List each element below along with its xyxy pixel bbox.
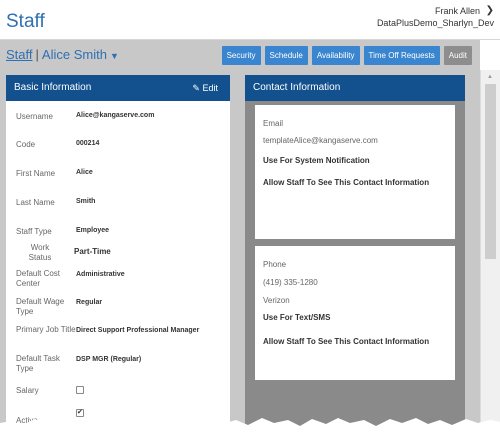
field-label: Staff Type [16, 227, 52, 236]
user-menu[interactable]: Frank Allen DataPlusDemo_Sharlyn_Dev ❯ [377, 5, 494, 29]
field-label: Primary Job Title [16, 325, 76, 334]
torn-edge [0, 417, 500, 446]
security-button[interactable]: Security [221, 46, 261, 65]
field-label: Default Cost Center [16, 269, 61, 288]
breadcrumb-separator: | [35, 47, 39, 62]
field-label: First Name [16, 169, 56, 178]
audit-button[interactable]: Audit [443, 46, 472, 65]
basic-information-title: Basic Information [14, 82, 92, 93]
field-label: Username [16, 112, 53, 121]
field-value: DSP MGR (Regular) [76, 356, 142, 363]
salary-checkbox[interactable] [76, 386, 84, 394]
field-value: 000214 [76, 140, 100, 147]
basic-information-panel: Basic Information ✎ Edit Username Alice@… [6, 75, 230, 446]
phone-carrier: Verizon [263, 296, 290, 305]
breadcrumb-staff-link[interactable]: Staff [6, 47, 33, 62]
schedule-button[interactable]: Schedule [264, 46, 308, 65]
phone-number: (419) 335-1280 [263, 278, 318, 287]
field-label: Default Task Type [16, 354, 60, 373]
edit-label: Edit [202, 83, 218, 93]
edit-icon: ✎ [192, 83, 200, 93]
field-value: Employee [76, 227, 110, 234]
user-name: Frank Allen [434, 6, 480, 16]
availability-button[interactable]: Availability [311, 46, 360, 65]
contact-type: Email [263, 119, 284, 128]
breadcrumb: Staff | Alice Smith ▼ [6, 47, 119, 62]
field-label: Code [16, 140, 36, 149]
text-sms-note: Use For Text/SMS [263, 313, 331, 322]
top-bar: Staff Frank Allen DataPlusDemo_Sharlyn_D… [0, 0, 500, 40]
system-notification-note: Use For System Notification [263, 156, 370, 165]
user-org: DataPlusDemo_Sharlyn_Dev [376, 18, 494, 28]
app-title: Staff [6, 11, 45, 32]
basic-information-header: Basic Information ✎ Edit [6, 75, 230, 101]
contact-information-title: Contact Information [253, 82, 341, 93]
field-label: Work Status [28, 243, 52, 262]
field-value: Smith [76, 198, 96, 205]
email-contact-card[interactable]: Email templateAlice@kangaserve.com Use F… [255, 105, 455, 239]
breadcrumb-current[interactable]: Alice Smith [42, 47, 107, 62]
chevron-down-icon[interactable]: ❯ [486, 5, 494, 17]
field-label: Last Name [16, 198, 55, 207]
contact-type: Phone [263, 260, 287, 269]
scroll-up-icon[interactable]: ▲ [487, 74, 493, 80]
email-address: templateAlice@kangaserve.com [263, 136, 378, 145]
field-label: Salary [16, 386, 39, 395]
field-value: Direct Support Professional Manager [76, 327, 200, 334]
edit-button[interactable]: ✎ Edit [192, 75, 218, 101]
contact-information-header: Contact Information [245, 75, 465, 101]
field-value: Regular [76, 299, 103, 306]
content-area: Basic Information ✎ Edit Username Alice@… [0, 70, 480, 446]
field-value: Alice [76, 169, 93, 176]
action-buttons: Security Schedule Availability Time Off … [221, 46, 472, 65]
caret-down-icon[interactable]: ▼ [110, 51, 119, 61]
phone-contact-card[interactable]: Phone (419) 335-1280 Verizon Use For Tex… [255, 246, 455, 380]
time-off-requests-button[interactable]: Time Off Requests [363, 46, 440, 65]
field-value: Part-Time [74, 247, 111, 256]
field-label: Default Wage Type [16, 297, 65, 316]
staff-visible-note: Allow Staff To See This Contact Informat… [263, 337, 430, 346]
field-value: Alice@kangaserve.com [76, 112, 155, 119]
staff-visible-note: Allow Staff To See This Contact Informat… [263, 178, 430, 187]
contact-information-panel: Contact Information Email templateAlice@… [245, 75, 465, 446]
field-value: Administrative [76, 271, 125, 278]
vertical-scrollbar[interactable]: ▲ [480, 70, 500, 446]
scroll-thumb[interactable] [485, 84, 496, 259]
sub-header: Staff | Alice Smith ▼ Security Schedule Ava… [0, 40, 480, 70]
